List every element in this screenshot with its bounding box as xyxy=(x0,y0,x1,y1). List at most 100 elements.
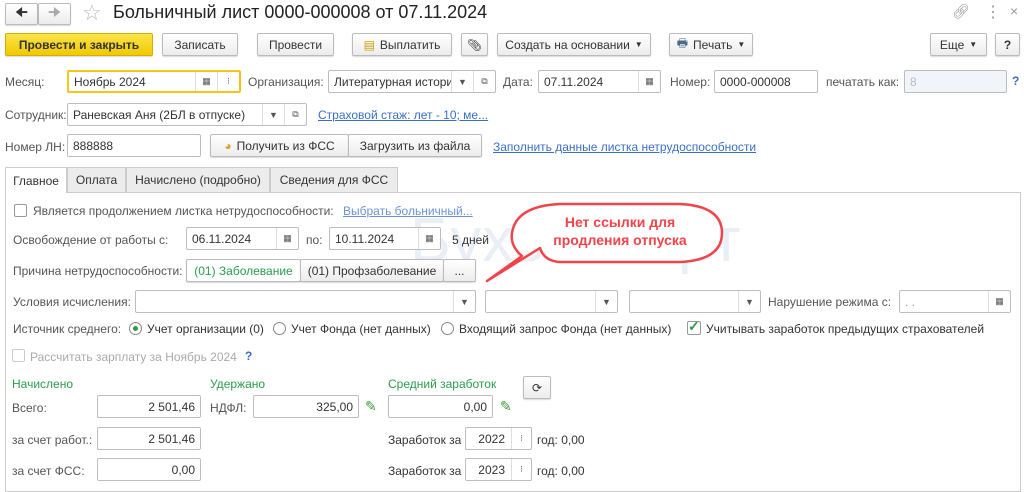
fss-input[interactable]: 0,00 xyxy=(97,458,201,481)
total-label: Всего: xyxy=(12,401,47,415)
back-button[interactable]: 🠈 xyxy=(5,3,38,25)
reason-occupational-button[interactable]: (01) Профзаболевание xyxy=(300,259,444,282)
help-button[interactable]: ? xyxy=(995,33,1020,56)
violation-label: Нарушение режима с: xyxy=(768,295,892,309)
calendar-icon[interactable]: ▦ xyxy=(418,228,440,249)
source-org-label: Учет организации (0) xyxy=(147,322,264,336)
get-fss-label: Получить из ФСС xyxy=(236,138,335,153)
favorite-star-icon[interactable]: ☆ xyxy=(82,0,102,26)
fss-icon: ◕ xyxy=(224,138,232,153)
to-label: по: xyxy=(306,233,323,247)
link-icon[interactable]: 🔗︎ xyxy=(952,3,970,20)
calendar-icon[interactable]: ▦ xyxy=(638,71,660,92)
date-value: 07.11.2024 xyxy=(544,74,604,89)
date-label: Дата: xyxy=(503,75,533,89)
violation-date-input[interactable]: . . ▦ xyxy=(899,290,1011,313)
avg-earnings-heading: Средний заработок xyxy=(388,377,497,391)
attach-button[interactable]: 📎︎ xyxy=(461,33,488,56)
release-from-input[interactable]: 06.11.2024 ▦ xyxy=(186,227,299,250)
close-icon[interactable]: × xyxy=(1010,3,1018,19)
number-input[interactable]: 0000-000008 xyxy=(714,70,818,93)
year1-earnings: год: 0,00 xyxy=(537,433,585,447)
pay-icon: ▤ xyxy=(363,37,375,52)
print-as-help[interactable]: ? xyxy=(1012,74,1019,88)
create-based-button[interactable]: Создать на основании ▼ xyxy=(497,33,651,56)
source-request-radio[interactable] xyxy=(441,322,454,335)
employee-label: Сотрудник: xyxy=(5,108,67,122)
more-button[interactable]: Еще ▼ xyxy=(930,33,987,56)
earnings-year2-label: Заработок за xyxy=(388,464,462,478)
ln-number-input[interactable]: 888888 xyxy=(67,134,201,157)
tab-main[interactable]: Главное xyxy=(5,167,67,193)
forward-button[interactable]: 🠊 xyxy=(38,3,71,25)
month-value: Ноябрь 2024 xyxy=(74,74,146,89)
year2-spinner[interactable]: 2023 ⁝ xyxy=(465,458,532,481)
get-from-fss-button[interactable]: ◕ Получить из ФСС xyxy=(210,134,349,157)
org-value: Литературная история xyxy=(334,74,460,89)
print-button[interactable]: 🖶 Печать ▼ xyxy=(669,33,753,56)
reason-label: Причина нетрудоспособности: xyxy=(13,264,183,278)
post-and-close-button[interactable]: Провести и закрыть xyxy=(5,33,153,56)
conditions-select-2[interactable]: ▼ xyxy=(485,290,618,313)
tab-accrued-detail[interactable]: Начислено (подробно) xyxy=(126,167,270,192)
month-input[interactable]: Ноябрь 2024 ▦ ⁝ xyxy=(67,70,241,93)
year1-value: 2022 xyxy=(478,431,505,446)
calendar-icon[interactable]: ▦ xyxy=(988,291,1010,312)
calendar-icon[interactable]: ▦ xyxy=(195,72,217,91)
month-spinner[interactable]: ⁝ xyxy=(217,72,239,91)
release-from-value: 06.11.2024 xyxy=(192,231,252,246)
pay-button[interactable]: ▤ Выплатить xyxy=(352,33,452,56)
spinner-arrows-icon[interactable]: ⁝ xyxy=(511,459,531,480)
choose-sick-leave-link[interactable]: Выбрать больничный... xyxy=(343,204,473,218)
conditions-select-1[interactable]: ▼ xyxy=(135,290,476,313)
employer-label: за счет работ.: xyxy=(12,433,93,447)
release-to-input[interactable]: 10.11.2024 ▦ xyxy=(329,227,441,250)
tab-payment[interactable]: Оплата xyxy=(67,167,126,192)
post-button[interactable]: Провести xyxy=(257,33,334,56)
chevron-down-icon[interactable]: ▼ xyxy=(453,291,475,312)
conditions-label: Условия исчисления: xyxy=(13,295,131,309)
conditions-select-3[interactable]: ▼ xyxy=(629,290,761,313)
chevron-down-icon[interactable]: ▼ xyxy=(595,291,617,312)
source-fund-radio[interactable] xyxy=(273,322,286,335)
load-from-file-button[interactable]: Загрузить из файла xyxy=(348,134,482,157)
save-button[interactable]: Записать xyxy=(162,33,238,56)
year1-spinner[interactable]: 2022 ⁝ xyxy=(465,427,532,450)
chevron-down-icon: ▼ xyxy=(737,40,746,49)
org-input[interactable]: Литературная история ▼ ⧉ xyxy=(328,70,496,93)
calc-salary-help[interactable]: ? xyxy=(245,349,252,363)
chevron-down-icon[interactable]: ▼ xyxy=(451,71,473,92)
date-input[interactable]: 07.11.2024 ▦ xyxy=(538,70,661,93)
chevron-down-icon[interactable]: ▼ xyxy=(262,104,284,125)
open-icon[interactable]: ⧉ xyxy=(284,104,306,125)
continuation-label: Является продолжением листка нетрудоспос… xyxy=(33,204,334,218)
tab-fss-info[interactable]: Сведения для ФСС xyxy=(270,167,398,192)
calc-salary-checkbox[interactable] xyxy=(12,349,25,362)
employer-input[interactable]: 2 501,46 xyxy=(97,427,201,450)
open-icon[interactable]: ⧉ xyxy=(473,71,495,92)
callout-text: Нет ссылки для продления отпуска xyxy=(553,214,687,248)
spinner-arrows-icon[interactable]: ⁝ xyxy=(511,428,531,449)
continuation-checkbox[interactable] xyxy=(14,204,27,217)
insurance-record-link[interactable]: Страховой стаж: лет - 10; ме... xyxy=(318,108,488,122)
ndfl-input[interactable]: 325,00 xyxy=(253,395,359,418)
calendar-icon[interactable]: ▦ xyxy=(276,228,298,249)
reason-more-button[interactable]: ... xyxy=(443,259,476,282)
pencil-icon[interactable]: ✎ xyxy=(365,398,377,415)
reason-illness-button[interactable]: (01) Заболевание xyxy=(186,259,301,282)
more-menu-icon[interactable]: ⋮ xyxy=(985,2,1001,22)
source-request-label: Входящий запрос Фонда (нет данных) xyxy=(459,322,672,336)
employee-input[interactable]: Раневская Аня (2БЛ в отпуске) ▼ ⧉ xyxy=(67,103,307,126)
fill-sick-leave-link[interactable]: Заполнить данные листка нетрудоспособнос… xyxy=(493,140,756,154)
source-org-radio[interactable] xyxy=(129,322,142,335)
prev-insurers-checkbox[interactable]: ✓ xyxy=(687,318,701,335)
print-as-input[interactable]: 8 xyxy=(904,70,1007,93)
more-label: Еще xyxy=(939,37,965,52)
refresh-button[interactable]: ⟳ xyxy=(523,376,551,399)
pencil-icon[interactable]: ✎ xyxy=(500,398,512,415)
prev-insurers-label: Учитывать заработок предыдущих страховат… xyxy=(706,322,985,336)
total-input[interactable]: 2 501,46 xyxy=(97,395,201,418)
chevron-down-icon[interactable]: ▼ xyxy=(738,291,760,312)
avg-earnings-input[interactable]: 0,00 xyxy=(388,395,493,418)
org-label: Организация: xyxy=(248,75,324,89)
